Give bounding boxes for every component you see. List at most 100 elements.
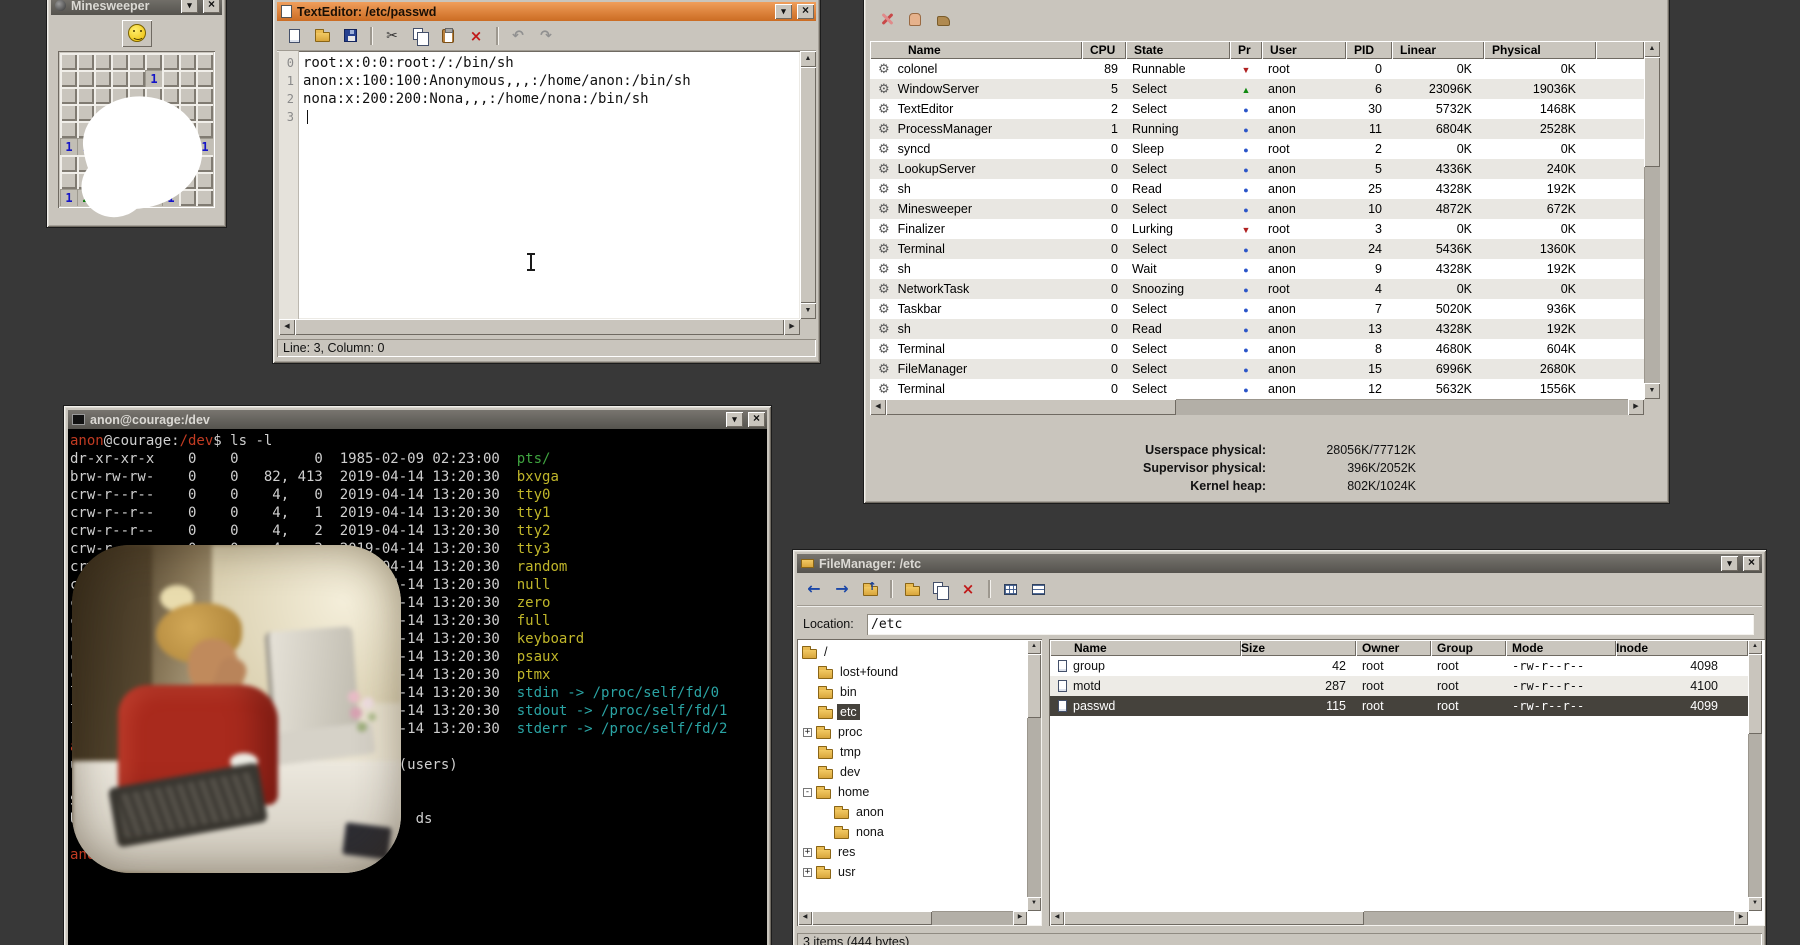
terminal-titlebar[interactable]: anon@courage:/dev	[68, 410, 767, 429]
texteditor-textarea[interactable]: 0root:x:0:0:root:/:/bin/sh1anon:x:100:10…	[279, 51, 800, 319]
tree-item-dev[interactable]: dev	[798, 762, 1026, 782]
icon-view-button[interactable]	[1025, 577, 1051, 601]
mine-cell[interactable]	[196, 189, 213, 206]
mine-cell-revealed[interactable]: 1	[60, 138, 77, 155]
tree-item-etc[interactable]: etc	[798, 702, 1026, 722]
texteditor-minimize-button[interactable]	[775, 4, 792, 19]
column-header-state[interactable]: State	[1126, 41, 1230, 59]
column-header-physical[interactable]: Physical	[1484, 41, 1596, 59]
scroll-down-button[interactable]	[1644, 383, 1660, 399]
file-row-group[interactable]: group42rootroot-rw-r--r--4098	[1050, 656, 1748, 676]
scrollbar-thumb[interactable]	[800, 67, 816, 303]
file-row-motd[interactable]: motd287rootroot-rw-r--r--4100	[1050, 676, 1748, 696]
mine-cell[interactable]	[60, 155, 77, 172]
mine-cell[interactable]	[94, 87, 111, 104]
scroll-up-button[interactable]	[1027, 640, 1041, 654]
mine-cell[interactable]	[60, 172, 77, 189]
scrollbar-thumb[interactable]	[295, 319, 784, 335]
stop-process-button[interactable]	[902, 7, 928, 31]
tree-item-root[interactable]: /	[798, 642, 1026, 662]
process-row[interactable]: ⚙FileManager0Select●anon156996K2680K	[870, 359, 1644, 379]
column-header-size[interactable]: Size	[1241, 640, 1356, 656]
cut-button[interactable]: ✂	[379, 24, 405, 48]
save-file-button[interactable]	[337, 24, 363, 48]
mine-cell[interactable]	[196, 53, 213, 70]
mine-cell[interactable]	[162, 53, 179, 70]
mine-cell[interactable]	[196, 172, 213, 189]
delete-button[interactable]: ×	[955, 577, 981, 601]
tree-item-usr[interactable]: +usr	[798, 862, 1026, 882]
texteditor-titlebar[interactable]: TextEditor: /etc/passwd	[277, 2, 816, 21]
scroll-up-button[interactable]	[800, 51, 816, 67]
terminal-close-button[interactable]	[748, 412, 765, 427]
copy-button[interactable]	[407, 24, 433, 48]
tree-expander[interactable]: +	[803, 868, 812, 877]
process-row[interactable]: ⚙colonel89Runnable▼root00K0K	[870, 59, 1644, 79]
tree-item-home[interactable]: -home	[798, 782, 1026, 802]
mine-cell[interactable]	[77, 87, 94, 104]
scrollbar-thumb[interactable]	[886, 399, 1176, 415]
list-horizontal-scrollbar[interactable]	[1050, 911, 1748, 925]
new-directory-button[interactable]	[899, 577, 925, 601]
process-row[interactable]: ⚙WindowServer5Select▲anon623096K19036K	[870, 79, 1644, 99]
scroll-right-button[interactable]	[1628, 399, 1644, 415]
column-header-name[interactable]: Name	[1050, 640, 1241, 656]
tree-item-tmp[interactable]: tmp	[798, 742, 1026, 762]
tree-expander[interactable]: +	[803, 728, 812, 737]
process-row[interactable]: ⚙Terminal0Select●anon84680K604K	[870, 339, 1644, 359]
process-row[interactable]: ⚙syncd0Sleep●root20K0K	[870, 139, 1644, 159]
scroll-up-button[interactable]	[1748, 640, 1762, 654]
column-header-cpu[interactable]: CPU	[1082, 41, 1126, 59]
mine-cell[interactable]	[145, 53, 162, 70]
process-row[interactable]: ⚙LookupServer0Select●anon54336K240K	[870, 159, 1644, 179]
minesweeper-close-button[interactable]	[203, 0, 220, 13]
mine-cell[interactable]	[60, 70, 77, 87]
mine-cell[interactable]	[77, 70, 94, 87]
column-header-mode[interactable]: Mode	[1506, 640, 1616, 656]
undo-button[interactable]: ↶	[505, 24, 531, 48]
tree-expander[interactable]: -	[803, 788, 812, 797]
mine-cell[interactable]	[60, 104, 77, 121]
back-button[interactable]: ←	[801, 577, 827, 601]
redo-button[interactable]: ↷	[533, 24, 559, 48]
continue-process-button[interactable]	[930, 7, 956, 31]
scrollbar-thumb[interactable]	[1064, 911, 1364, 925]
mine-cell[interactable]	[179, 87, 196, 104]
tree-item-anon[interactable]: anon	[798, 802, 1026, 822]
scroll-down-button[interactable]	[1748, 897, 1762, 911]
tree-item-res[interactable]: +res	[798, 842, 1026, 862]
filemanager-minimize-button[interactable]	[1721, 556, 1738, 571]
mine-cell[interactable]	[196, 70, 213, 87]
column-header-linear[interactable]: Linear	[1392, 41, 1484, 59]
mine-cell[interactable]	[196, 87, 213, 104]
mine-cell[interactable]	[94, 70, 111, 87]
kill-process-button[interactable]	[874, 7, 900, 31]
scroll-right-button[interactable]	[1734, 911, 1748, 925]
mine-cell[interactable]	[111, 70, 128, 87]
file-row-passwd[interactable]: passwd115rootroot-rw-r--r--4099	[1050, 696, 1748, 716]
minesweeper-minimize-button[interactable]	[181, 0, 198, 13]
scroll-right-button[interactable]	[1013, 911, 1027, 925]
process-row[interactable]: ⚙Terminal0Select●anon245436K1360K	[870, 239, 1644, 259]
column-header-owner[interactable]: Owner	[1356, 640, 1431, 656]
horizontal-scrollbar[interactable]	[870, 399, 1644, 415]
mine-cell[interactable]	[60, 87, 77, 104]
filemanager-close-button[interactable]	[1743, 556, 1760, 571]
paste-button[interactable]	[435, 24, 461, 48]
minesweeper-titlebar[interactable]: Minesweeper	[51, 0, 222, 15]
process-row[interactable]: ⚙Taskbar0Select●anon75020K936K	[870, 299, 1644, 319]
scroll-left-button[interactable]	[870, 399, 886, 415]
tree-item-proc[interactable]: +proc	[798, 722, 1026, 742]
copy-button[interactable]	[927, 577, 953, 601]
scrollbar-thumb[interactable]	[1748, 654, 1762, 734]
column-header-name[interactable]: Name	[870, 41, 1082, 59]
process-row[interactable]: ⚙sh0Wait●anon94328K192K	[870, 259, 1644, 279]
open-file-button[interactable]	[309, 24, 335, 48]
process-row[interactable]: ⚙Finalizer0Lurking▼root30K0K	[870, 219, 1644, 239]
mine-cell[interactable]	[94, 53, 111, 70]
table-view-button[interactable]	[997, 577, 1023, 601]
scrollbar-thumb[interactable]	[812, 911, 932, 925]
column-header-pr[interactable]: Pr	[1230, 41, 1262, 59]
column-header-inode[interactable]: Inode	[1616, 640, 1748, 656]
tree-vertical-scrollbar[interactable]	[1027, 640, 1041, 911]
